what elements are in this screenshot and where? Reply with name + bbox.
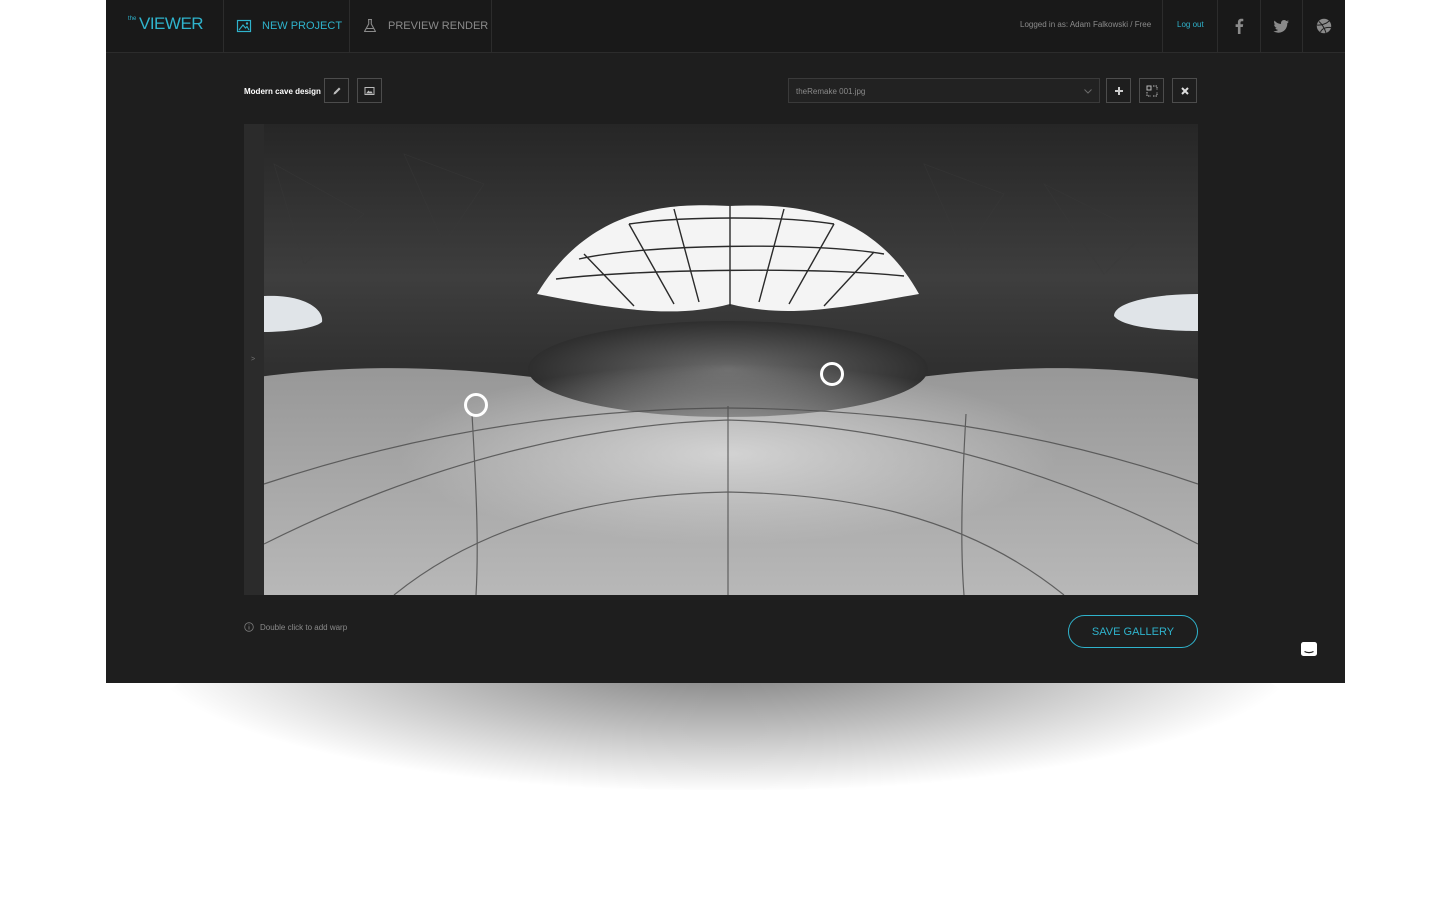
- edit-title-button[interactable]: [324, 78, 349, 103]
- save-gallery-button[interactable]: SAVE GALLERY: [1068, 615, 1198, 648]
- chat-button[interactable]: [1291, 632, 1327, 668]
- panorama-image: [244, 124, 1198, 595]
- facebook-button[interactable]: [1218, 0, 1260, 52]
- login-status: Logged in as: Adam Falkowski / Free: [1020, 20, 1152, 29]
- app-window: the VIEWER NEW PROJECT PREVIEW RENDER Lo…: [106, 0, 1345, 683]
- hint-text: Double click to add warp: [260, 622, 348, 632]
- image-select-value: theRemake 001.jpg: [796, 87, 866, 96]
- chevron-down-icon: [1084, 89, 1092, 94]
- add-image-button[interactable]: [1106, 78, 1131, 103]
- thumbnail-button[interactable]: [357, 78, 382, 103]
- nav-divider: [1162, 0, 1163, 52]
- dribbble-icon: [1316, 18, 1332, 34]
- nav-divider: [349, 0, 350, 52]
- image-icon: [236, 19, 252, 33]
- image-icon: [364, 86, 375, 95]
- logout-link[interactable]: Log out: [1177, 20, 1204, 29]
- flask-icon: [363, 18, 377, 33]
- nav-new-project[interactable]: NEW PROJECT: [236, 0, 342, 52]
- side-panel-toggle[interactable]: >: [251, 356, 255, 363]
- info-icon: [244, 622, 254, 632]
- crop-icon: [1146, 85, 1157, 96]
- panorama-side-panel[interactable]: >: [244, 124, 264, 595]
- dribbble-button[interactable]: [1303, 0, 1345, 52]
- image-select[interactable]: theRemake 001.jpg: [788, 78, 1100, 103]
- twitter-icon: [1273, 19, 1289, 33]
- nav-new-project-label: NEW PROJECT: [262, 20, 343, 32]
- logo-prefix: the: [128, 16, 137, 22]
- twitter-button[interactable]: [1260, 0, 1302, 52]
- logo-wordmark: VIEWER: [139, 14, 204, 33]
- plus-icon: [1114, 86, 1123, 95]
- pencil-icon: [333, 87, 340, 94]
- facebook-icon: [1235, 18, 1244, 34]
- crop-button[interactable]: [1139, 78, 1164, 103]
- nav-preview-render[interactable]: PREVIEW RENDER: [362, 0, 488, 52]
- panorama-viewer[interactable]: >: [244, 124, 1198, 595]
- nav-divider: [491, 0, 492, 52]
- warp-hotspot[interactable]: [464, 393, 488, 417]
- remove-image-button[interactable]: [1172, 78, 1197, 103]
- close-icon: [1180, 86, 1189, 95]
- nav-divider: [223, 0, 224, 52]
- project-title: Modern cave design: [244, 87, 321, 96]
- hint: Double click to add warp: [244, 622, 347, 632]
- top-bar: the VIEWER NEW PROJECT PREVIEW RENDER Lo…: [106, 0, 1345, 53]
- chat-icon: [1301, 642, 1317, 656]
- nav-preview-render-label: PREVIEW RENDER: [388, 20, 489, 32]
- warp-hotspot[interactable]: [820, 362, 844, 386]
